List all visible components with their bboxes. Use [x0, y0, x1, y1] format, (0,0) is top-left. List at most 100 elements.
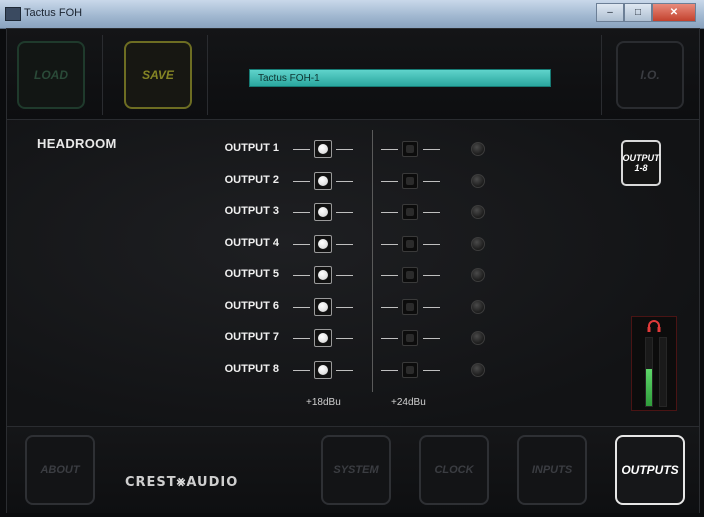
output-label: OUTPUT 8 [224, 362, 279, 375]
window-controls: – □ ✕ [596, 3, 696, 23]
output-label: OUTPUT 6 [224, 299, 279, 312]
status-indicator [471, 362, 485, 377]
connector-line [336, 275, 353, 276]
bottom-bar: ABOUT CREST⨳AUDIO SYSTEM CLOCK INPUTS OU… [7, 426, 699, 513]
connector-line [336, 149, 353, 150]
connector-line [293, 275, 310, 276]
headroom-led-24dbu[interactable] [402, 235, 418, 252]
output-row: OUTPUT 4 [205, 234, 495, 254]
connector-line [293, 243, 310, 245]
output-label: OUTPUT 3 [224, 205, 279, 217]
connector-line [423, 369, 440, 371]
headroom-led-18dbu[interactable] [314, 360, 332, 379]
save-button[interactable]: SAVE [124, 41, 192, 109]
output-row: OUTPUT 3 [205, 202, 495, 222]
headroom-led-24dbu[interactable] [402, 361, 418, 378]
output-label: OUTPUT 4 [224, 236, 279, 249]
headphone-meter [631, 316, 677, 411]
about-button[interactable]: ABOUT [25, 435, 95, 505]
connector-line [293, 306, 310, 308]
divider [601, 35, 602, 115]
connector-line [381, 275, 398, 276]
headroom-led-18dbu[interactable] [314, 171, 332, 190]
headroom-led-18dbu[interactable] [314, 266, 332, 284]
window-titlebar: Tactus FOH – □ ✕ [0, 0, 704, 29]
output-row: OUTPUT 1 [205, 139, 495, 159]
status-indicator [471, 299, 485, 314]
headroom-led-24dbu[interactable] [402, 298, 418, 315]
headroom-led-24dbu[interactable] [402, 267, 418, 283]
output-group-button[interactable]: OUTPUT 1-8 [621, 140, 661, 186]
connector-line [293, 149, 310, 150]
headroom-led-24dbu[interactable] [402, 204, 418, 220]
status-indicator [471, 236, 485, 251]
io-button[interactable]: I.O. [616, 41, 684, 109]
status-indicator [471, 268, 485, 282]
headroom-led-18dbu[interactable] [314, 140, 332, 158]
logo-text-left: CREST [125, 475, 177, 490]
load-button[interactable]: LOAD [17, 41, 85, 109]
window-title: Tactus FOH [24, 7, 83, 19]
connector-line [293, 338, 310, 339]
connector-line [336, 369, 353, 371]
inputs-button[interactable]: INPUTS [517, 435, 587, 505]
system-button[interactable]: SYSTEM [321, 435, 391, 505]
connector-line [423, 338, 440, 339]
connector-line [293, 212, 310, 213]
connector-line [293, 180, 310, 182]
headroom-led-24dbu[interactable] [402, 330, 418, 346]
headroom-led-24dbu[interactable] [402, 141, 418, 157]
app-icon [5, 7, 21, 21]
connector-line [381, 338, 398, 339]
output-row: OUTPUT 8 [205, 360, 495, 380]
headroom-panel: HEADROOM OUTPUT 1 OUTPUT 2 OUTPUT 3 OUTPUT … [7, 120, 699, 426]
headroom-led-18dbu[interactable] [314, 297, 332, 316]
headroom-led-18dbu[interactable] [314, 329, 332, 347]
output-group-range: 1-8 [634, 163, 648, 173]
minimize-button[interactable]: – [596, 3, 624, 22]
top-bar: LOAD SAVE Tactus FOH-1 I.O. [7, 29, 699, 120]
page-title: HEADROOM [37, 136, 117, 151]
connector-line [293, 369, 310, 371]
output-group-label: OUTPUT [622, 153, 660, 163]
connector-line [423, 243, 440, 245]
connector-line [381, 180, 398, 182]
connector-line [336, 180, 353, 182]
connector-line [336, 306, 353, 308]
output-row: OUTPUT 2 [205, 171, 495, 191]
status-indicator [471, 205, 485, 219]
status-indicator [471, 173, 485, 188]
connector-line [336, 338, 353, 339]
output-row: OUTPUT 7 [205, 328, 495, 348]
meter-bar-right [659, 337, 667, 407]
device-name-field[interactable]: Tactus FOH-1 [249, 69, 551, 87]
logo-text-right: AUDIO [186, 475, 239, 490]
scale-label-left: +18dBu [306, 397, 341, 408]
connector-line [423, 149, 440, 150]
meter-bar-left [645, 337, 653, 407]
maximize-button[interactable]: □ [624, 3, 652, 22]
output-label: OUTPUT 2 [224, 173, 279, 186]
divider [207, 35, 208, 115]
headroom-led-24dbu[interactable] [402, 172, 418, 189]
outputs-button[interactable]: OUTPUTS [615, 435, 685, 505]
clock-button[interactable]: CLOCK [419, 435, 489, 505]
connector-line [381, 212, 398, 213]
connector-line [423, 275, 440, 276]
output-label: OUTPUT 5 [224, 268, 279, 280]
close-button[interactable]: ✕ [652, 3, 696, 22]
status-indicator [471, 142, 485, 156]
output-label: OUTPUT 1 [224, 142, 279, 154]
output-label: OUTPUT 7 [224, 331, 279, 343]
connector-line [381, 369, 398, 371]
connector-line [381, 306, 398, 308]
output-row: OUTPUT 5 [205, 265, 495, 285]
scale-label-right: +24dBu [391, 397, 426, 408]
connector-line [381, 149, 398, 150]
app-frame: LOAD SAVE Tactus FOH-1 I.O. HEADROOM OUT… [6, 28, 700, 513]
connector-line [423, 180, 440, 182]
output-row: OUTPUT 6 [205, 297, 495, 317]
headroom-led-18dbu[interactable] [314, 203, 332, 221]
connector-line [336, 212, 353, 213]
headroom-led-18dbu[interactable] [314, 234, 332, 253]
